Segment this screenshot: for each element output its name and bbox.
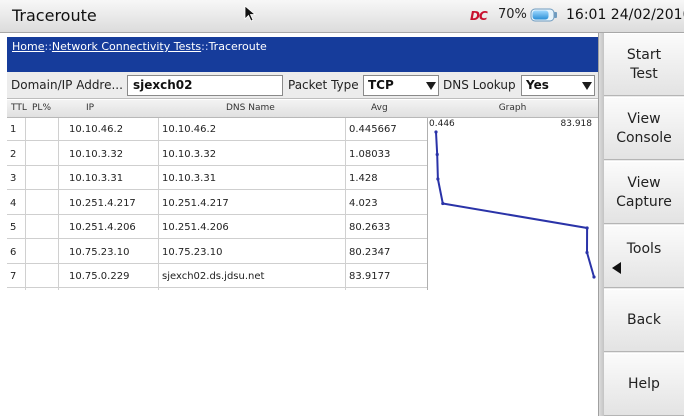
latency-point — [435, 152, 439, 157]
table-row[interactable]: 4 10.251.4.217 10.251.4.217 4.023 — [7, 192, 427, 215]
column-divider — [25, 118, 26, 290]
cell-ttl: 6 — [10, 246, 17, 258]
cell-dns: 10.10.3.32 — [162, 148, 217, 160]
table-row[interactable]: 2 10.10.3.32 10.10.3.32 1.08033 — [7, 143, 427, 166]
chevron-down-icon[interactable] — [424, 76, 438, 95]
col-ttl: TTL — [11, 103, 27, 113]
latency-point — [585, 226, 589, 230]
cell-ip: 10.10.3.32 — [69, 148, 124, 160]
title-bar: Traceroute DC 70% 16:01 24/02/2010 — [0, 0, 684, 33]
view-console-label: View Console — [616, 110, 672, 146]
cell-avg: 1.428 — [349, 173, 378, 184]
table-row[interactable]: 5 10.251.4.206 10.251.4.206 80.2633 — [7, 216, 427, 239]
latency-point — [592, 275, 596, 279]
table-row[interactable]: 7 10.75.0.229 sjexch02.ds.jdsu.net 83.9177 — [7, 265, 427, 288]
cell-ip: 10.75.23.10 — [69, 246, 130, 258]
breadcrumb-current: Traceroute — [208, 40, 267, 53]
cell-ip: 10.251.4.217 — [69, 197, 136, 209]
cell-ttl: 3 — [10, 173, 17, 184]
cell-avg: 83.9177 — [349, 271, 391, 282]
table-row[interactable]: 1 10.10.46.2 10.10.46.2 0.445667 — [7, 118, 427, 141]
battery-percent: 70% — [498, 7, 527, 22]
latency-graph-svg — [434, 130, 596, 279]
start-test-label: Start Test — [626, 46, 662, 82]
clock: 16:01 24/02/2010 — [566, 7, 684, 23]
cell-dns: sjexch02.ds.jdsu.net — [162, 271, 265, 282]
cell-ttl: 5 — [10, 222, 17, 233]
dns-lookup-select[interactable]: Yes — [521, 75, 595, 96]
cell-dns: 10.75.23.10 — [162, 246, 223, 258]
breadcrumb-separator: :: — [201, 40, 209, 53]
help-button[interactable]: Help — [604, 353, 684, 416]
col-avg: Avg — [371, 103, 388, 113]
packet-type-select[interactable]: TCP — [363, 75, 439, 96]
cell-ttl: 2 — [10, 148, 17, 160]
table-header: TTL PL% IP DNS Name Avg — [7, 100, 427, 118]
col-pl: PL% — [32, 103, 51, 113]
latency-line — [435, 131, 595, 278]
col-dns: DNS Name — [226, 103, 275, 113]
cell-ip: 10.10.46.2 — [69, 124, 124, 135]
column-divider — [345, 118, 346, 290]
back-label: Back — [627, 312, 661, 328]
battery-icon — [530, 8, 557, 22]
breadcrumb-network-link[interactable]: Network Connectivity Tests — [52, 40, 201, 53]
side-button-panel: Start Test View Console View Capture Too… — [604, 33, 684, 416]
latency-point — [436, 177, 440, 181]
tools-button[interactable]: Tools — [604, 225, 684, 288]
cell-dns: 10.10.3.31 — [162, 173, 217, 184]
cell-ip: 10.75.0.229 — [69, 271, 130, 282]
breadcrumb-home-link[interactable]: Home — [12, 40, 44, 53]
cell-avg: 80.2347 — [349, 246, 391, 258]
cell-ttl: 1 — [10, 124, 17, 135]
domain-input[interactable]: sjexch02 — [127, 75, 283, 96]
cell-avg: 4.023 — [349, 197, 378, 209]
cell-dns: 10.10.46.2 — [162, 124, 217, 135]
packet-type-value: TCP — [368, 78, 394, 92]
table-row[interactable]: 6 10.75.23.10 10.75.23.10 80.2347 — [7, 241, 427, 264]
chevron-down-icon[interactable] — [580, 76, 594, 95]
dns-lookup-value: Yes — [526, 78, 549, 92]
col-ip: IP — [86, 103, 95, 113]
cell-avg: 80.2633 — [349, 222, 391, 233]
cell-dns: 10.251.4.217 — [162, 197, 229, 209]
col-graph: Graph — [427, 100, 598, 118]
help-label: Help — [628, 376, 660, 392]
view-capture-label: View Capture — [616, 174, 672, 210]
cell-ttl: 7 — [10, 271, 17, 282]
column-divider — [58, 118, 59, 290]
table-row[interactable]: 3 10.10.3.31 10.10.3.31 1.428 — [7, 167, 427, 190]
cell-ip: 10.251.4.206 — [69, 222, 136, 233]
cell-ttl: 4 — [10, 197, 17, 209]
cell-avg: 1.08033 — [349, 148, 391, 160]
left-arrow-icon — [612, 262, 621, 274]
breadcrumb-separator: :: — [44, 40, 52, 53]
dns-lookup-label: DNS Lookup — [443, 78, 516, 92]
power-status-icon: DC — [470, 9, 488, 23]
view-capture-button[interactable]: View Capture — [604, 161, 684, 224]
domain-label: Domain/IP Addre... — [11, 78, 123, 92]
traceroute-table: TTL PL% IP DNS Name Avg Graph 1 10.10.46.… — [7, 100, 598, 416]
cell-avg: 0.445667 — [349, 124, 397, 135]
latency-point — [585, 250, 589, 255]
latency-point — [441, 201, 445, 206]
mouse-pointer-icon — [244, 5, 257, 22]
filter-row: Domain/IP Addre... sjexch02 Packet Type … — [7, 72, 598, 99]
start-test-button[interactable]: Start Test — [604, 33, 684, 96]
column-divider — [158, 118, 159, 290]
cell-ip: 10.10.3.31 — [69, 173, 124, 184]
cell-dns: 10.251.4.206 — [162, 222, 229, 233]
latency-point — [434, 130, 438, 134]
packet-type-label: Packet Type — [288, 78, 359, 92]
back-button[interactable]: Back — [604, 289, 684, 352]
latency-graph: 0.446 83.918 — [427, 118, 598, 290]
window-title: Traceroute — [12, 6, 97, 25]
tools-label: Tools — [626, 241, 662, 257]
breadcrumb: Home::Network Connectivity Tests::Tracer… — [7, 37, 598, 72]
view-console-button[interactable]: View Console — [604, 97, 684, 160]
